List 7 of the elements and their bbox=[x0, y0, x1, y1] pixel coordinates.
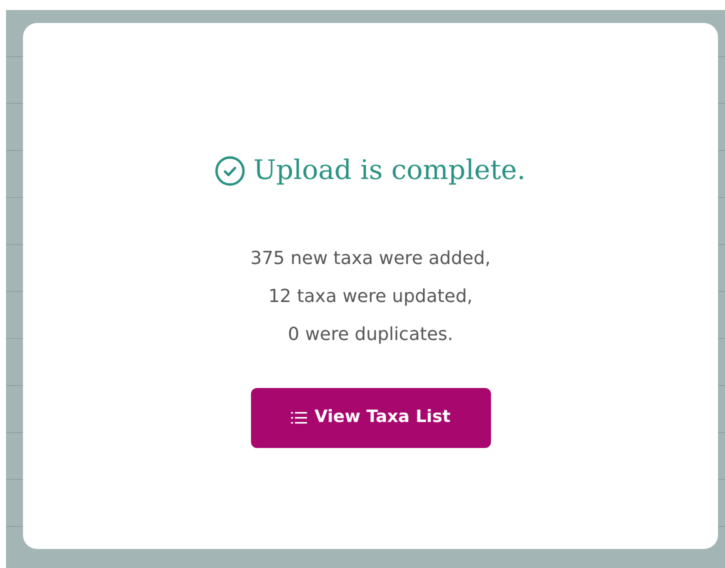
summary-line: 0 were duplicates. bbox=[288, 322, 454, 346]
check-circle-icon bbox=[215, 156, 246, 186]
list-icon bbox=[290, 412, 306, 424]
view-taxa-list-button[interactable]: View Taxa List bbox=[250, 388, 490, 448]
summary-line: 12 taxa were updated, bbox=[268, 284, 473, 308]
summary-line: 375 new taxa were added, bbox=[250, 246, 491, 270]
dialog-title: Upload is complete. bbox=[253, 154, 526, 188]
